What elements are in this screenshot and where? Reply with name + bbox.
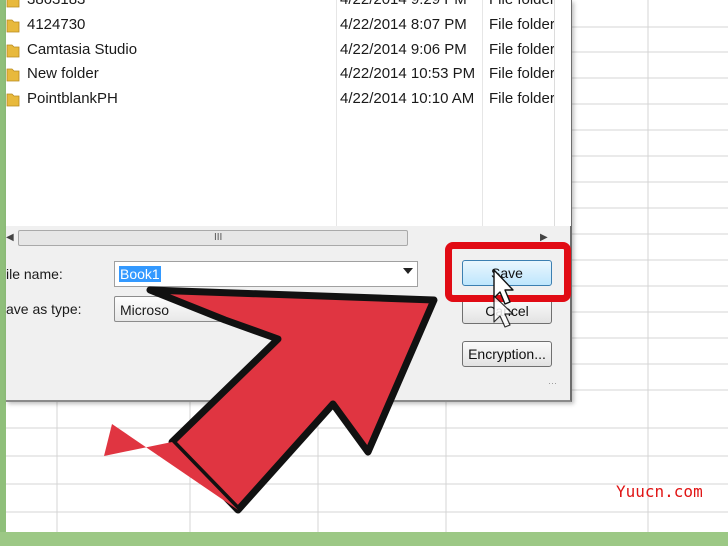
file-date: 4/22/2014 10:53 PM <box>340 65 476 82</box>
folder-icon <box>6 44 20 58</box>
encryption-button[interactable]: Encryption... <box>462 341 552 367</box>
file-row-camtasia-studio[interactable]: Camtasia Studio 4/22/2014 9:06 PM File f… <box>6 39 555 61</box>
resize-grip-icon[interactable]: ⋯ <box>548 378 557 389</box>
file-type: File folder <box>489 41 555 58</box>
file-row-3863183[interactable]: 3863183 4/22/2014 9:29 PM File folder <box>6 0 555 11</box>
file-date: 4/22/2014 8:07 PM <box>340 16 467 33</box>
scroll-left-icon[interactable]: ◀ <box>6 232 14 243</box>
file-row-pointblankph[interactable]: PointblankPH 4/22/2014 10:10 AM File fol… <box>6 88 555 110</box>
file-name: Camtasia Studio <box>27 41 138 58</box>
file-type: File folder <box>489 16 555 33</box>
file-type: File folder <box>489 0 555 8</box>
file-name: PointblankPH <box>27 90 118 107</box>
file-name: 4124730 <box>27 16 86 33</box>
save-as-type-value: Microso <box>120 302 170 318</box>
vertical-scrollbar[interactable] <box>554 0 571 226</box>
scrollbar-thumb[interactable]: III <box>18 230 408 246</box>
file-name-input[interactable]: Book1 <box>114 261 418 287</box>
save-as-type-label: ave as type: <box>6 301 82 317</box>
file-list[interactable]: 3863183 4/22/2014 9:29 PM File folder 41… <box>6 0 555 226</box>
save-as-type-select[interactable]: Microso <box>114 296 418 322</box>
chevron-down-icon[interactable] <box>403 268 413 274</box>
file-name-label: ile name: <box>6 266 63 282</box>
folder-icon <box>6 68 20 82</box>
save-button-highlight <box>445 242 571 302</box>
file-type: File folder <box>489 65 555 82</box>
folder-icon <box>6 93 20 107</box>
file-row-new-folder[interactable]: New folder 4/22/2014 10:53 PM File folde… <box>6 63 555 85</box>
file-name: 3863183 <box>27 0 85 8</box>
save-as-dialog: 3863183 4/22/2014 9:29 PM File folder 41… <box>6 0 572 402</box>
folder-icon <box>6 0 20 8</box>
folder-icon <box>6 19 20 33</box>
file-date: 4/22/2014 9:29 PM <box>340 0 467 8</box>
file-row-4124730[interactable]: 4124730 4/22/2014 8:07 PM File folder <box>6 14 555 36</box>
file-date: 4/22/2014 10:10 AM <box>340 90 475 107</box>
file-name: New folder <box>27 65 99 82</box>
scrollbar-grip: III <box>214 232 223 243</box>
file-date: 4/22/2014 9:06 PM <box>340 41 467 58</box>
watermark-text: Yuucn.com <box>616 482 703 501</box>
file-type: File folder <box>489 90 555 107</box>
file-name-value: Book1 <box>119 266 161 282</box>
window-frame-bottom <box>0 532 728 546</box>
